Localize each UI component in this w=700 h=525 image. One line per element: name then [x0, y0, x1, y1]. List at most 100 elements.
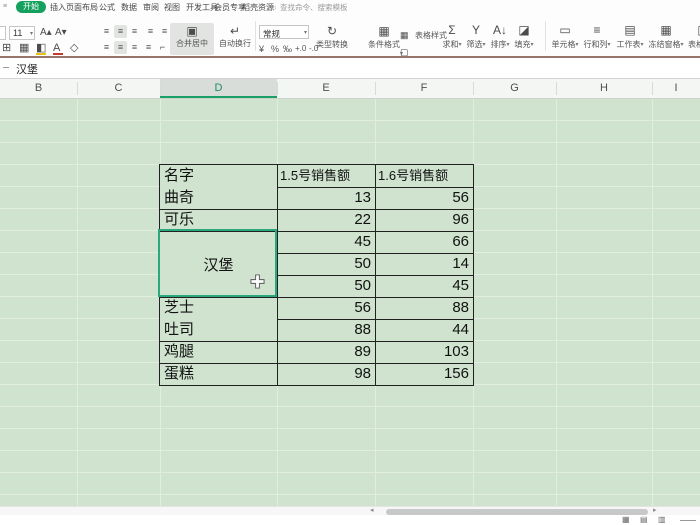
column-header-h[interactable]: H: [556, 79, 652, 98]
justify-button[interactable]: ≡: [142, 41, 155, 54]
percent-button[interactable]: %: [271, 44, 279, 54]
scroll-right-icon[interactable]: ▸: [653, 506, 657, 514]
freeze-panes-button[interactable]: ▦ 冻结窗格▾: [646, 22, 686, 55]
column-header-c[interactable]: C: [77, 79, 160, 98]
column-divider[interactable]: [652, 82, 653, 95]
rows-cols-button[interactable]: ≡ 行和列▾: [580, 22, 614, 55]
table-cell[interactable]: 89: [277, 341, 375, 363]
fill-button[interactable]: ◪ 填充▾: [507, 22, 541, 55]
zoom-slider[interactable]: [680, 520, 696, 521]
align-middle-button[interactable]: ≡: [114, 25, 127, 38]
worksheet-button[interactable]: ▤ 工作表▾: [613, 22, 647, 55]
name-box-edge: [3, 67, 9, 68]
table-cell[interactable]: 44: [375, 319, 473, 341]
table-cell[interactable]: 13: [277, 187, 375, 209]
column-header-e[interactable]: E: [277, 79, 375, 98]
decrease-indent-button[interactable]: ≡: [144, 25, 157, 38]
scroll-left-icon[interactable]: ◂: [370, 506, 374, 514]
tab-view[interactable]: 视图: [164, 0, 180, 15]
formula-bar-value: 汉堡: [16, 64, 38, 76]
increase-decimal-button[interactable]: +.0: [295, 44, 306, 53]
column-divider[interactable]: [375, 82, 376, 95]
formula-bar[interactable]: 汉堡: [0, 58, 700, 79]
horizontal-scrollbar[interactable]: ◂ ▸: [0, 506, 700, 515]
command-search-input[interactable]: 查找命令、搜索模板: [280, 0, 348, 15]
column-header-d-selected[interactable]: D: [160, 79, 277, 98]
table-cell[interactable]: 50: [277, 253, 375, 275]
page-layout-view-icon[interactable]: ▤: [640, 515, 648, 524]
column-divider[interactable]: [556, 82, 557, 95]
scrollbar-thumb[interactable]: [386, 508, 648, 515]
align-center-button[interactable]: ≡: [114, 41, 127, 54]
align-left-button[interactable]: ≡: [100, 41, 113, 54]
type-convert-button[interactable]: ↻ 类型转换: [312, 23, 352, 55]
table-cell[interactable]: 可乐: [160, 209, 277, 231]
column-header-b[interactable]: B: [0, 79, 77, 98]
column-headers: B C D E F G H I: [0, 79, 700, 99]
column-header-g[interactable]: G: [473, 79, 556, 98]
column-divider[interactable]: [77, 82, 78, 95]
orientation-button[interactable]: ⌐: [156, 41, 169, 54]
toolbar-separator: [255, 21, 256, 51]
table-cell[interactable]: 56: [375, 187, 473, 209]
font-name-box[interactable]: [0, 26, 6, 40]
table-cell[interactable]: 98: [277, 363, 375, 385]
normal-view-icon[interactable]: ▦: [622, 515, 630, 524]
table-border: [277, 187, 473, 188]
table-cell[interactable]: 45: [375, 275, 473, 297]
table-cell[interactable]: 103: [375, 341, 473, 363]
column-divider[interactable]: [473, 82, 474, 95]
tab-formulas[interactable]: 公式: [99, 0, 115, 15]
shrink-font-button[interactable]: A▾: [55, 26, 67, 39]
table-cell[interactable]: 芝士: [160, 297, 277, 319]
column-header-i[interactable]: I: [652, 79, 700, 98]
tab-templates[interactable]: 稻壳资源: [242, 0, 274, 15]
table-cell[interactable]: 50: [277, 275, 375, 297]
table-cell[interactable]: 曲奇: [160, 187, 277, 209]
table-cell[interactable]: 88: [375, 297, 473, 319]
table-header-cell[interactable]: 名字: [160, 165, 277, 187]
merge-center-button[interactable]: ▣ 合并居中: [170, 23, 214, 55]
fill-icon: ◪: [518, 23, 530, 37]
column-header-f[interactable]: F: [375, 79, 473, 98]
font-size-box[interactable]: 11 ▾: [9, 26, 35, 40]
grow-font-button[interactable]: A▴: [40, 26, 52, 39]
table-cell[interactable]: 156: [375, 363, 473, 385]
column-divider[interactable]: [277, 82, 278, 95]
comma-style-button[interactable]: ‰: [283, 44, 292, 54]
table-border: [160, 297, 473, 298]
align-right-button[interactable]: ≡: [128, 41, 141, 54]
cells-button[interactable]: ▭ 单元格▾: [548, 22, 582, 55]
table-cell[interactable]: 吐司: [160, 319, 277, 341]
wrap-text-label: 自动换行: [219, 39, 251, 48]
table-cell[interactable]: 66: [375, 231, 473, 253]
currency-button[interactable]: ¥: [259, 44, 264, 54]
table-cell[interactable]: 88: [277, 319, 375, 341]
font-size-value: 11: [13, 28, 23, 38]
page-break-view-icon[interactable]: ▥: [658, 515, 666, 524]
tab-insert[interactable]: 插入: [50, 0, 66, 15]
number-format-box[interactable]: 常规 ▾: [259, 25, 309, 39]
quick-access-icon[interactable]: ≡: [3, 3, 7, 10]
table-cell[interactable]: 96: [375, 209, 473, 231]
tab-home[interactable]: 开始: [16, 1, 46, 13]
table-cell[interactable]: 56: [277, 297, 375, 319]
table-cell[interactable]: 14: [375, 253, 473, 275]
borders-button[interactable]: ⊞: [2, 42, 11, 55]
table-header-cell[interactable]: 1.5号销售额: [279, 165, 376, 187]
column-divider[interactable]: [160, 82, 161, 95]
tab-review[interactable]: 审阅: [143, 0, 159, 15]
shading-button[interactable]: ▦: [19, 42, 29, 55]
table-cell[interactable]: 鸡腿: [160, 341, 277, 363]
tab-data[interactable]: 数据: [121, 0, 137, 15]
table-cell[interactable]: 22: [277, 209, 375, 231]
wrap-text-button[interactable]: ↵ 自动换行: [218, 23, 252, 55]
eraser-button[interactable]: ◇: [70, 42, 78, 55]
align-bottom-button[interactable]: ≡: [128, 25, 141, 38]
table-tools-button[interactable]: ▥ 表格工具: [688, 22, 700, 55]
table-cell[interactable]: 45: [277, 231, 375, 253]
table-header-cell[interactable]: 1.6号销售额: [377, 165, 474, 187]
table-cell[interactable]: 蛋糕: [160, 363, 277, 385]
align-top-button[interactable]: ≡: [100, 25, 113, 38]
tab-page-layout[interactable]: 页面布局: [66, 0, 98, 15]
